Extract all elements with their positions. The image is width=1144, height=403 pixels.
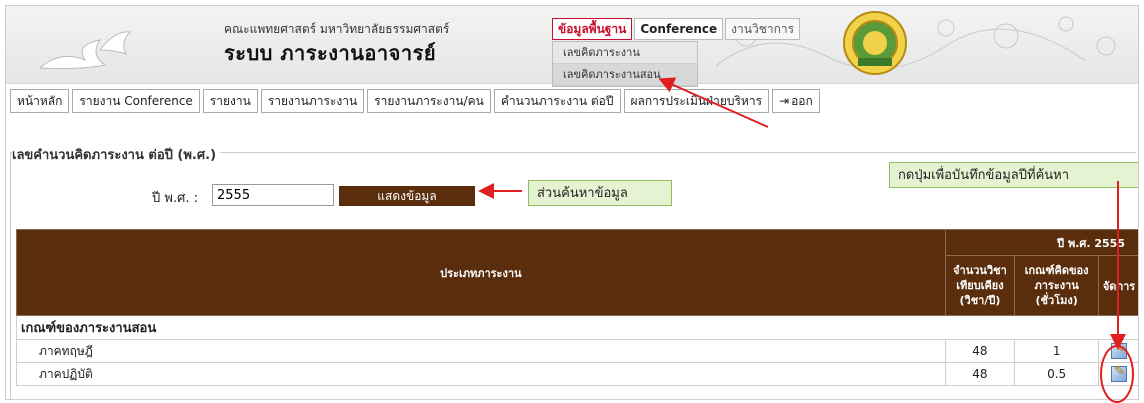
row-criteria: 0.5 (1014, 362, 1100, 386)
table-row: ภาคทฤษฎี 48 1 (16, 339, 1138, 363)
basic-data-dropdown: เลขคิดภาระงาน เลขคิดภาระงานสอน (552, 41, 698, 87)
main-menu: หน้าหลัก รายงาน Conference รายงาน รายงาน… (10, 89, 823, 113)
bird-logo-icon (38, 31, 132, 70)
year-label: ปี พ.ศ. : (152, 191, 198, 206)
row-type: ภาคทฤษฎี (16, 339, 946, 363)
topnav-academic[interactable]: งานวิชาการ (725, 18, 801, 40)
table-row: ภาคปฏิบัติ 48 0.5 (16, 362, 1138, 386)
year-input[interactable] (212, 184, 334, 206)
row-count: 48 (944, 362, 1016, 386)
topnav-conference[interactable]: Conference (634, 18, 724, 40)
col-criteria-header: เกณฑ์คิดของภาระงาน (ชั่วโมง) (1014, 255, 1100, 316)
topnav-basic-data[interactable]: ข้อมูลพื้นฐาน (552, 18, 633, 40)
section-legend: เลขคำนวนคิดภาระงาน ต่อปี (พ.ศ.) (12, 144, 221, 165)
system-title: ระบบ ภาระงานอาจารย์ (224, 41, 437, 65)
menu-workload-per-person[interactable]: รายงานภาระงาน/คน (367, 89, 491, 113)
menu-logout[interactable]: ⇥ ออก (772, 89, 820, 113)
group-row: เกณฑ์ของภาระงานสอน (16, 315, 1138, 340)
university-seal-icon (843, 11, 907, 75)
search-callout: ส่วนค้นหาข้อมูล (528, 180, 672, 206)
col-count-header: จำนวนวิชาเทียบเคียง (วิชา/ปี) (944, 255, 1016, 316)
edit-icon[interactable] (1111, 364, 1128, 382)
top-nav: ข้อมูลพื้นฐาน Conference งานวิชาการ (552, 18, 802, 40)
menu-workload-report[interactable]: รายงานภาระงาน (260, 89, 365, 113)
col-manage-header: จัดการ (1098, 255, 1138, 316)
col-type-header: ประเภทภาระงาน (16, 229, 946, 316)
workload-table: ประเภทภาระงาน ปี พ.ศ. 2555 จำนวนวิชาเทีย… (16, 229, 1138, 386)
row-criteria: 1 (1014, 339, 1100, 363)
menu-home[interactable]: หน้าหลัก (10, 89, 70, 113)
dropdown-item-teaching-calc[interactable]: เลขคิดภาระงานสอน (553, 64, 697, 86)
row-manage (1098, 339, 1138, 363)
year-header: ปี พ.ศ. 2555 (944, 229, 1138, 256)
menu-yearly-calc[interactable]: คำนวนภาระงาน ต่อปี (493, 89, 621, 113)
row-manage (1098, 362, 1138, 386)
menu-admin-evaluation[interactable]: ผลการประเมินฝ่ายบริหาร (623, 89, 770, 113)
logout-icon: ⇥ (779, 94, 790, 108)
group-label: เกณฑ์ของภาระงานสอน (16, 315, 1138, 340)
menu-report[interactable]: รายงาน (202, 89, 258, 113)
save-callout: กดปุ่มเพื่อบันทึกข้อมูลปีที่ค้นหา (889, 162, 1138, 188)
logout-label: ออก (791, 94, 813, 108)
menu-conference-report[interactable]: รายงาน Conference (72, 89, 200, 113)
edit-icon[interactable] (1111, 341, 1128, 359)
show-data-button[interactable]: แสดงข้อมูล (339, 186, 475, 206)
dropdown-item-workload-calc[interactable]: เลขคิดภาระงาน (553, 42, 697, 64)
row-count: 48 (944, 339, 1016, 363)
row-type: ภาคปฏิบัติ (16, 362, 946, 386)
app-frame: คณะแพทยศาสตร์ มหาวิทยาลัยธรรมศาสตร์ ระบบ… (5, 5, 1139, 400)
